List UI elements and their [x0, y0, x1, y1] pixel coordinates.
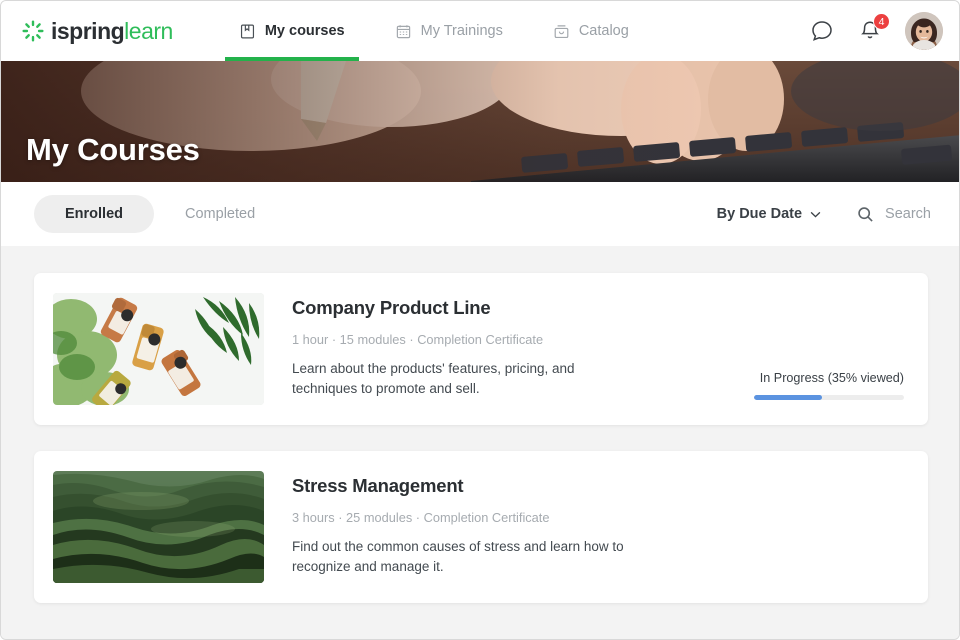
course-info: Stress Management 3 hours · 25 modules ·… — [292, 475, 708, 577]
ispring-starburst-icon — [22, 20, 44, 42]
course-info: Company Product Line 1 hour · 15 modules… — [292, 297, 708, 399]
course-description: Find out the common causes of stress and… — [292, 539, 624, 574]
briefcase-icon — [554, 24, 569, 38]
course-thumbnail — [53, 471, 264, 583]
chat-bubble-icon — [812, 21, 832, 41]
chat-button[interactable] — [809, 18, 835, 44]
nav-label: My courses — [264, 23, 345, 39]
course-meta: 1 hour · 15 modules · Completion Certifi… — [292, 332, 544, 347]
tab-completed[interactable]: Completed — [185, 206, 255, 222]
top-header: ispringlearn My courses My Trainings Cat… — [1, 1, 959, 61]
ispring-logo[interactable]: ispringlearn — [22, 18, 173, 45]
notifications-button[interactable]: 4 — [857, 13, 890, 44]
calendar-icon — [396, 24, 410, 38]
logo-wordmark: ispringlearn — [51, 18, 173, 45]
logo-name: ispring — [51, 17, 125, 44]
filter-bar-right: By Due Date Search — [717, 206, 931, 223]
course-title: Company Product Line — [292, 297, 491, 318]
logo-product: learn — [124, 17, 173, 44]
sort-label: By Due Date — [716, 206, 803, 222]
product-bottles-photo — [53, 293, 264, 405]
progress-fill — [754, 395, 822, 400]
filter-bar: Enrolled Completed By Due Date Search — [1, 182, 959, 246]
nav-label: Catalog — [578, 23, 629, 39]
progress-track — [754, 395, 904, 400]
nav-item-my-courses[interactable]: My courses — [224, 1, 359, 61]
ispring-learn-app: ispringlearn My courses My Trainings Cat… — [0, 0, 960, 640]
course-card[interactable]: Stress Management 3 hours · 25 modules ·… — [34, 451, 928, 603]
main-nav: My courses My Trainings Catalog — [224, 1, 665, 61]
course-card[interactable]: Company Product Line 1 hour · 15 modules… — [34, 273, 928, 425]
search-icon — [858, 206, 873, 222]
hero-banner: My Courses — [1, 61, 959, 182]
course-list: Company Product Line 1 hour · 15 modules… — [1, 246, 959, 639]
course-description: Learn about the products' features, pric… — [292, 361, 575, 396]
page-title: My Courses — [26, 132, 200, 167]
green-hills-photo — [53, 471, 264, 583]
nav-item-my-trainings[interactable]: My Trainings — [381, 1, 517, 61]
search-box[interactable]: Search — [857, 206, 931, 223]
progress-label: In Progress (35% viewed) — [759, 371, 904, 385]
tab-enrolled[interactable]: Enrolled — [34, 195, 155, 233]
header-actions: 4 — [809, 1, 943, 61]
course-meta: 3 hours · 25 modules · Completion Certif… — [292, 510, 550, 525]
avatar[interactable] — [905, 12, 943, 50]
course-progress: In Progress (35% viewed) — [754, 371, 904, 400]
course-title: Stress Management — [292, 475, 464, 496]
sort-dropdown[interactable]: By Due Date — [717, 206, 821, 222]
course-thumbnail — [53, 293, 264, 405]
notification-badge: 4 — [873, 13, 890, 30]
nav-item-catalog[interactable]: Catalog — [539, 1, 643, 61]
chevron-down-icon — [810, 211, 821, 218]
nav-label: My Trainings — [420, 23, 503, 39]
search-placeholder: Search — [885, 206, 931, 222]
avatar-photo — [905, 12, 943, 50]
book-icon — [240, 24, 254, 38]
